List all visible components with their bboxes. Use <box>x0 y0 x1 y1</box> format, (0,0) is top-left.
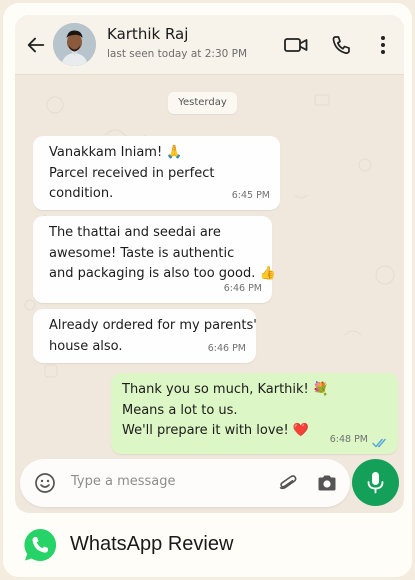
message-time: 6:45 PM <box>231 189 270 201</box>
video-call-icon[interactable] <box>283 33 309 57</box>
outgoing-message[interactable]: Thank you so much, Karthik! 💐 Means a lo… <box>111 373 398 454</box>
message-time: 6:46 PM <box>207 342 246 354</box>
message-line: Vanakkam Iniam! 🙏 <box>49 145 183 160</box>
incoming-message[interactable]: The thattai and seedai are awesome! Tast… <box>33 216 276 303</box>
microphone-icon <box>367 472 384 494</box>
message-line: Thank you so much, Karthik! 💐 <box>122 382 330 397</box>
chat-header: Karthik Raj last seen today at 2:30 PM <box>15 15 404 75</box>
message-line: Means a lot to us. <box>122 402 238 418</box>
whatsapp-logo-icon <box>24 528 57 561</box>
double-check-icon <box>372 438 386 448</box>
message-input[interactable]: Type a message <box>71 474 176 489</box>
message-line: The thattai and seedai are <box>49 225 221 240</box>
contact-name[interactable]: Karthik Raj <box>107 25 188 43</box>
message-line: Already ordered for my parents' <box>49 318 257 333</box>
camera-icon[interactable] <box>316 472 338 494</box>
incoming-message[interactable]: Already ordered for my parents' house al… <box>33 309 257 363</box>
paperclip-icon[interactable] <box>277 472 299 494</box>
page-title: WhatsApp Review <box>70 533 234 555</box>
message-line: Parcel received in perfect <box>49 165 215 181</box>
emoji-icon[interactable] <box>34 472 56 494</box>
review-card: Karthik Raj last seen today at 2:30 PM Y… <box>3 3 412 577</box>
message-time: 6:46 PM <box>223 282 262 294</box>
message-list[interactable]: Yesterday Vanakkam Iniam! 🙏 Parcel recei… <box>15 75 404 455</box>
avatar[interactable] <box>53 23 96 66</box>
incoming-message[interactable]: Vanakkam Iniam! 🙏 Parcel received in per… <box>33 136 280 210</box>
arrow-left-icon[interactable] <box>25 34 47 56</box>
chat-window: Karthik Raj last seen today at 2:30 PM Y… <box>15 15 404 513</box>
date-separator: Yesterday <box>168 92 237 114</box>
more-vertical-icon[interactable] <box>370 33 396 57</box>
phone-icon[interactable] <box>328 33 354 57</box>
microphone-button[interactable] <box>352 459 399 506</box>
last-seen-status: last seen today at 2:30 PM <box>107 48 248 60</box>
message-line: awesome! Taste is authentic <box>49 245 235 261</box>
message-time: 6:48 PM <box>329 433 368 445</box>
message-composer[interactable]: Type a message <box>20 459 350 507</box>
